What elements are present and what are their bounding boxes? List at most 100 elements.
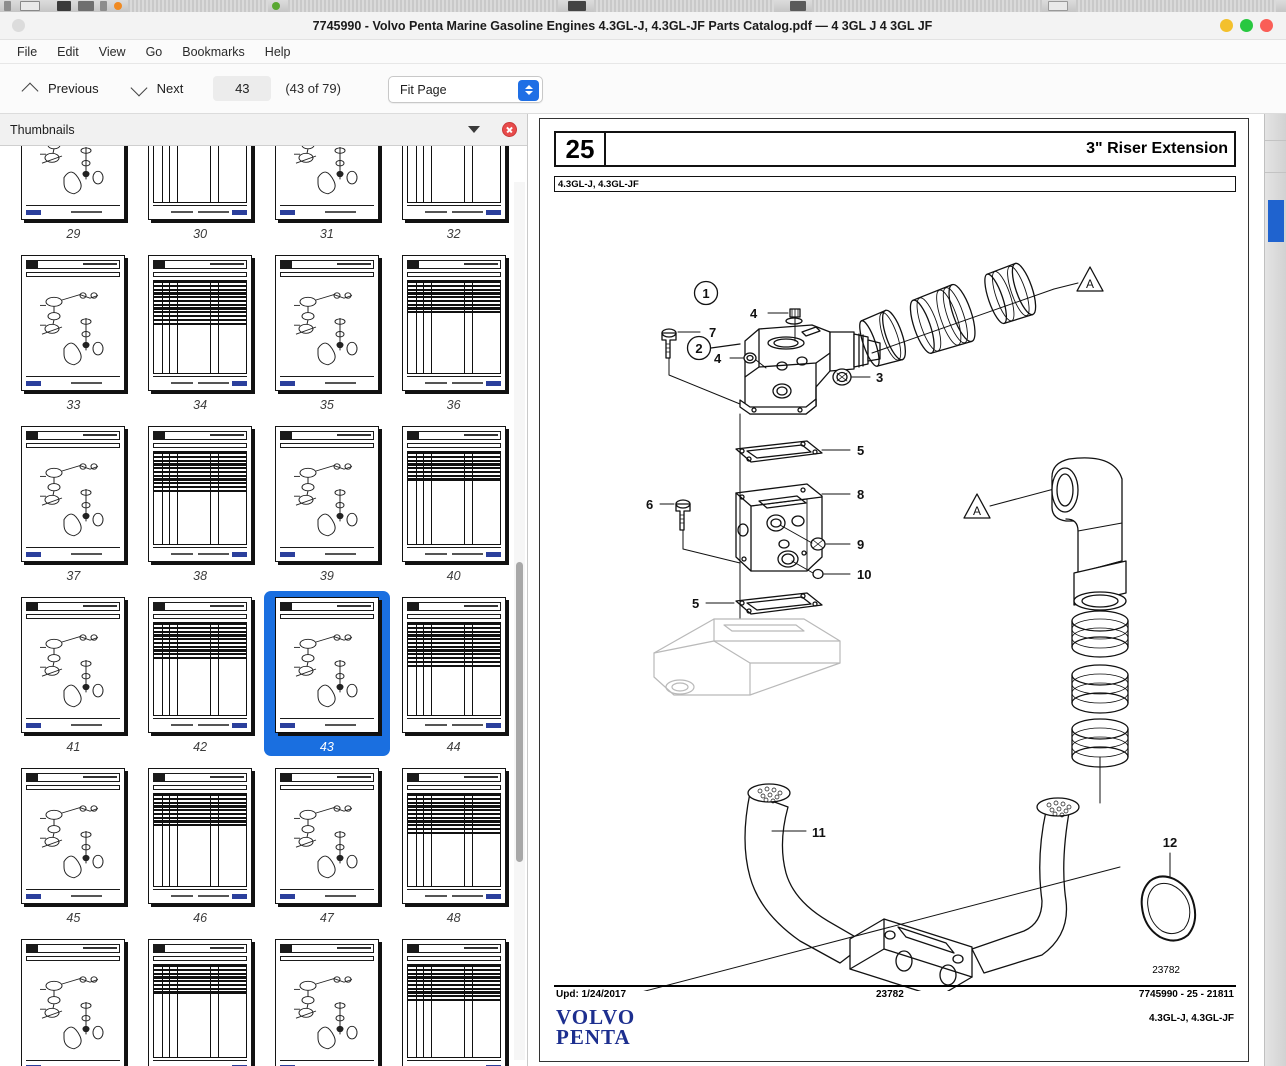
thumbnail-label: 38 bbox=[193, 569, 208, 583]
thumbnail-label: 33 bbox=[66, 398, 81, 412]
close-button[interactable] bbox=[1260, 19, 1273, 32]
svg-text:12: 12 bbox=[1163, 835, 1177, 850]
thumbnail-label: 30 bbox=[193, 227, 208, 241]
thumbnail-page-47[interactable]: 47 bbox=[268, 768, 387, 925]
thumbnail-label: 47 bbox=[319, 911, 334, 925]
zoom-level-select[interactable]: Fit Page bbox=[388, 76, 543, 103]
thumbnail-page-38[interactable]: 38 bbox=[141, 426, 260, 583]
thumbnails-grid: 29 30 31 32 33 34 35 36 37 38 39 40 41 42 43 44 45 46 47 48… bbox=[14, 146, 513, 1066]
chevron-down-icon[interactable] bbox=[468, 126, 480, 133]
thumbnail-page-42[interactable]: 42 bbox=[141, 597, 260, 754]
thumbnail-label: 45 bbox=[66, 911, 81, 925]
scrollbar-thumb[interactable] bbox=[1268, 200, 1284, 242]
menu-edit[interactable]: Edit bbox=[49, 43, 87, 61]
window-title: 7745990 - Volvo Penta Marine Gasoline En… bbox=[312, 18, 933, 33]
svg-text:2: 2 bbox=[695, 341, 702, 356]
window-titlebar: 7745990 - Volvo Penta Marine Gasoline En… bbox=[0, 12, 1286, 40]
thumbnail-page-51[interactable]: 51 bbox=[268, 939, 387, 1066]
thumbnail-preview bbox=[148, 768, 253, 904]
thumbnails-scrollbar-thumb[interactable] bbox=[516, 562, 523, 862]
page-footer: 23782 Upd: 1/24/2017 23782 7745990 - 25 … bbox=[554, 965, 1236, 1051]
thumbnail-label: 32 bbox=[446, 227, 461, 241]
thumbnails-scrollbar-track[interactable] bbox=[514, 182, 525, 1060]
thumbnail-preview bbox=[401, 426, 506, 562]
svg-text:5: 5 bbox=[857, 443, 864, 458]
stepper-updown-icon[interactable] bbox=[518, 79, 539, 101]
thumbnail-preview bbox=[401, 939, 506, 1066]
thumbnail-label: 44 bbox=[446, 740, 461, 754]
thumbnail-page-37[interactable]: 37 bbox=[14, 426, 133, 583]
thumbnail-preview bbox=[274, 146, 379, 220]
thumbnail-preview bbox=[21, 768, 126, 904]
page-header: 25 3" Riser Extension bbox=[554, 131, 1236, 167]
models-subtitle: 4.3GL-J, 4.3GL-JF bbox=[558, 178, 639, 190]
next-page-button[interactable]: Next bbox=[123, 76, 192, 101]
thumbnail-preview bbox=[148, 426, 253, 562]
svg-text:8: 8 bbox=[857, 487, 864, 502]
thumbnail-page-48[interactable]: 48 bbox=[394, 768, 513, 925]
thumbnail-label: 39 bbox=[319, 569, 334, 583]
thumbnail-preview bbox=[148, 146, 253, 220]
thumbnail-page-32[interactable]: 32 bbox=[394, 146, 513, 241]
volvo-penta-logo: VOLVO PENTA bbox=[556, 1005, 636, 1048]
menu-file[interactable]: File bbox=[9, 43, 45, 61]
thumbnail-page-52[interactable]: 52 bbox=[394, 939, 513, 1066]
thumbnail-page-34[interactable]: 34 bbox=[141, 255, 260, 412]
thumbnail-preview bbox=[401, 768, 506, 904]
footer-updated: Upd: 1/24/2017 bbox=[556, 989, 627, 1000]
navigation-toolbar: Previous Next (43 of 79) bbox=[0, 64, 1286, 114]
minimize-button[interactable] bbox=[1220, 19, 1233, 32]
page-number-input[interactable] bbox=[213, 76, 272, 101]
svg-text:9: 9 bbox=[857, 537, 864, 552]
thumbnail-page-45[interactable]: 45 bbox=[14, 768, 133, 925]
thumbnail-page-29[interactable]: 29 bbox=[14, 146, 133, 241]
window-icon bbox=[12, 19, 25, 32]
thumbnail-label: 41 bbox=[66, 740, 81, 754]
thumbnail-page-36[interactable]: 36 bbox=[394, 255, 513, 412]
svg-text:7: 7 bbox=[709, 325, 716, 340]
window-controls[interactable] bbox=[1220, 19, 1273, 32]
thumbnail-page-41[interactable]: 41 bbox=[14, 597, 133, 754]
thumbnail-page-46[interactable]: 46 bbox=[141, 768, 260, 925]
section-number: 25 bbox=[554, 131, 606, 167]
next-label: Next bbox=[156, 81, 184, 96]
menu-go[interactable]: Go bbox=[138, 43, 171, 61]
thumbnail-page-40[interactable]: 40 bbox=[394, 426, 513, 583]
window-right-scrollbar[interactable] bbox=[1264, 114, 1286, 1066]
svg-text:10: 10 bbox=[857, 567, 871, 582]
chevron-down-icon bbox=[131, 84, 148, 94]
thumbnail-page-35[interactable]: 35 bbox=[268, 255, 387, 412]
menu-help[interactable]: Help bbox=[257, 43, 299, 61]
thumbnail-page-30[interactable]: 30 bbox=[141, 146, 260, 241]
footer-row: Upd: 1/24/2017 23782 7745990 - 25 - 2181… bbox=[554, 989, 1236, 1003]
thumbnail-page-50[interactable]: 50 bbox=[141, 939, 260, 1066]
thumbnail-page-49[interactable]: 49 bbox=[14, 939, 133, 1066]
section-title: 3" Riser Extension bbox=[1086, 140, 1228, 157]
pdf-viewer[interactable]: 25 3" Riser Extension 4.3GL-J, 4.3GL-JF … bbox=[528, 114, 1264, 1066]
thumbnail-preview bbox=[401, 146, 506, 220]
thumbnail-preview bbox=[148, 939, 253, 1066]
footer-models: 4.3GL-J, 4.3GL-JF bbox=[1148, 1013, 1234, 1024]
previous-page-button[interactable]: Previous bbox=[14, 76, 107, 101]
close-panel-icon[interactable] bbox=[502, 122, 517, 137]
thumbnails-scroll-area[interactable]: 29 30 31 32 33 34 35 36 37 38 39 40 41 42 43 44 45 46 47 48… bbox=[0, 146, 527, 1066]
thumbnails-panel-header: Thumbnails bbox=[0, 114, 527, 146]
thumbnail-label: 48 bbox=[446, 911, 461, 925]
thumbnail-page-43[interactable]: 43 bbox=[263, 591, 391, 756]
menu-bookmarks[interactable]: Bookmarks bbox=[174, 43, 253, 61]
thumbnail-page-39[interactable]: 39 bbox=[268, 426, 387, 583]
svg-text:A: A bbox=[1086, 277, 1094, 291]
brand-line-1: VOLVO bbox=[556, 1005, 636, 1029]
menu-view[interactable]: View bbox=[91, 43, 134, 61]
thumbnail-page-44[interactable]: 44 bbox=[394, 597, 513, 754]
thumbnail-page-31[interactable]: 31 bbox=[268, 146, 387, 241]
thumbnail-preview bbox=[401, 597, 506, 733]
thumbnail-preview bbox=[274, 939, 379, 1066]
thumbnail-page-33[interactable]: 33 bbox=[14, 255, 133, 412]
svg-text:11: 11 bbox=[812, 825, 826, 840]
svg-text:5: 5 bbox=[692, 596, 699, 611]
maximize-button[interactable] bbox=[1240, 19, 1253, 32]
thumbnail-label: 43 bbox=[319, 740, 334, 754]
thumbnail-label: 34 bbox=[193, 398, 208, 412]
thumbnail-label: 36 bbox=[446, 398, 461, 412]
